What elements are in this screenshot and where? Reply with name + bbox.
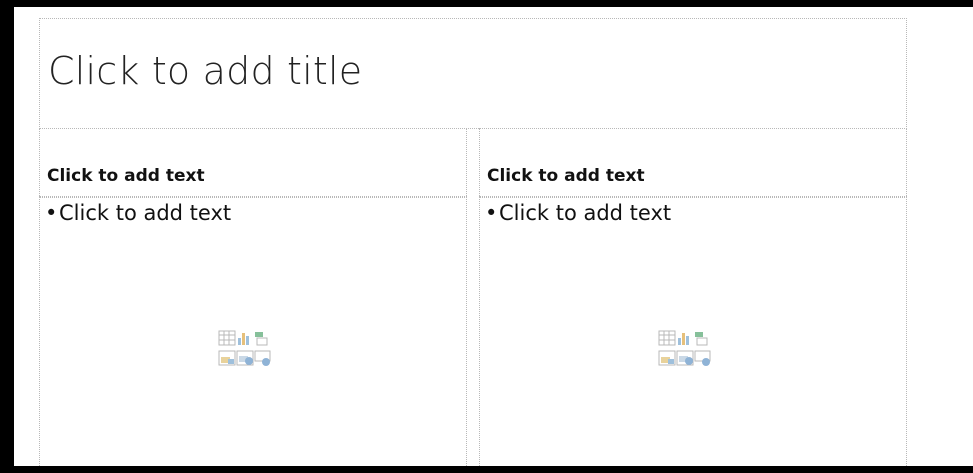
right-content-placeholder[interactable]: •Click to add text	[479, 196, 907, 466]
left-bullet: •Click to add text	[45, 201, 232, 225]
left-content-placeholder[interactable]: •Click to add text	[39, 196, 467, 466]
left-content-icons	[217, 329, 271, 369]
insert-picture-icon[interactable]	[658, 350, 676, 366]
insert-smartart-icon[interactable]	[695, 332, 708, 346]
left-bullet-text: Click to add text	[59, 201, 232, 225]
insert-video-icon[interactable]	[694, 350, 711, 366]
insert-online-picture-icon[interactable]	[236, 350, 254, 366]
insert-picture-icon[interactable]	[218, 350, 236, 366]
right-bullet: •Click to add text	[485, 201, 672, 225]
insert-table-icon[interactable]	[658, 330, 676, 346]
insert-smartart-icon[interactable]	[255, 332, 268, 346]
left-heading-placeholder[interactable]: Click to add text	[39, 128, 467, 198]
right-content-icons	[657, 329, 711, 369]
slide-canvas[interactable]: Click to add title Click to add text •Cl…	[14, 7, 973, 466]
insert-chart-icon[interactable]	[678, 333, 689, 345]
right-heading-placeholder[interactable]: Click to add text	[479, 128, 907, 198]
right-heading-text: Click to add text	[487, 166, 645, 186]
title-placeholder[interactable]: Click to add title	[39, 18, 907, 129]
left-heading-text: Click to add text	[47, 166, 205, 186]
right-bullet-text: Click to add text	[499, 201, 672, 225]
insert-video-icon[interactable]	[254, 350, 271, 366]
title-placeholder-text: Click to add title	[48, 49, 363, 93]
insert-table-icon[interactable]	[218, 330, 236, 346]
insert-online-picture-icon[interactable]	[676, 350, 694, 366]
insert-chart-icon[interactable]	[238, 333, 249, 345]
